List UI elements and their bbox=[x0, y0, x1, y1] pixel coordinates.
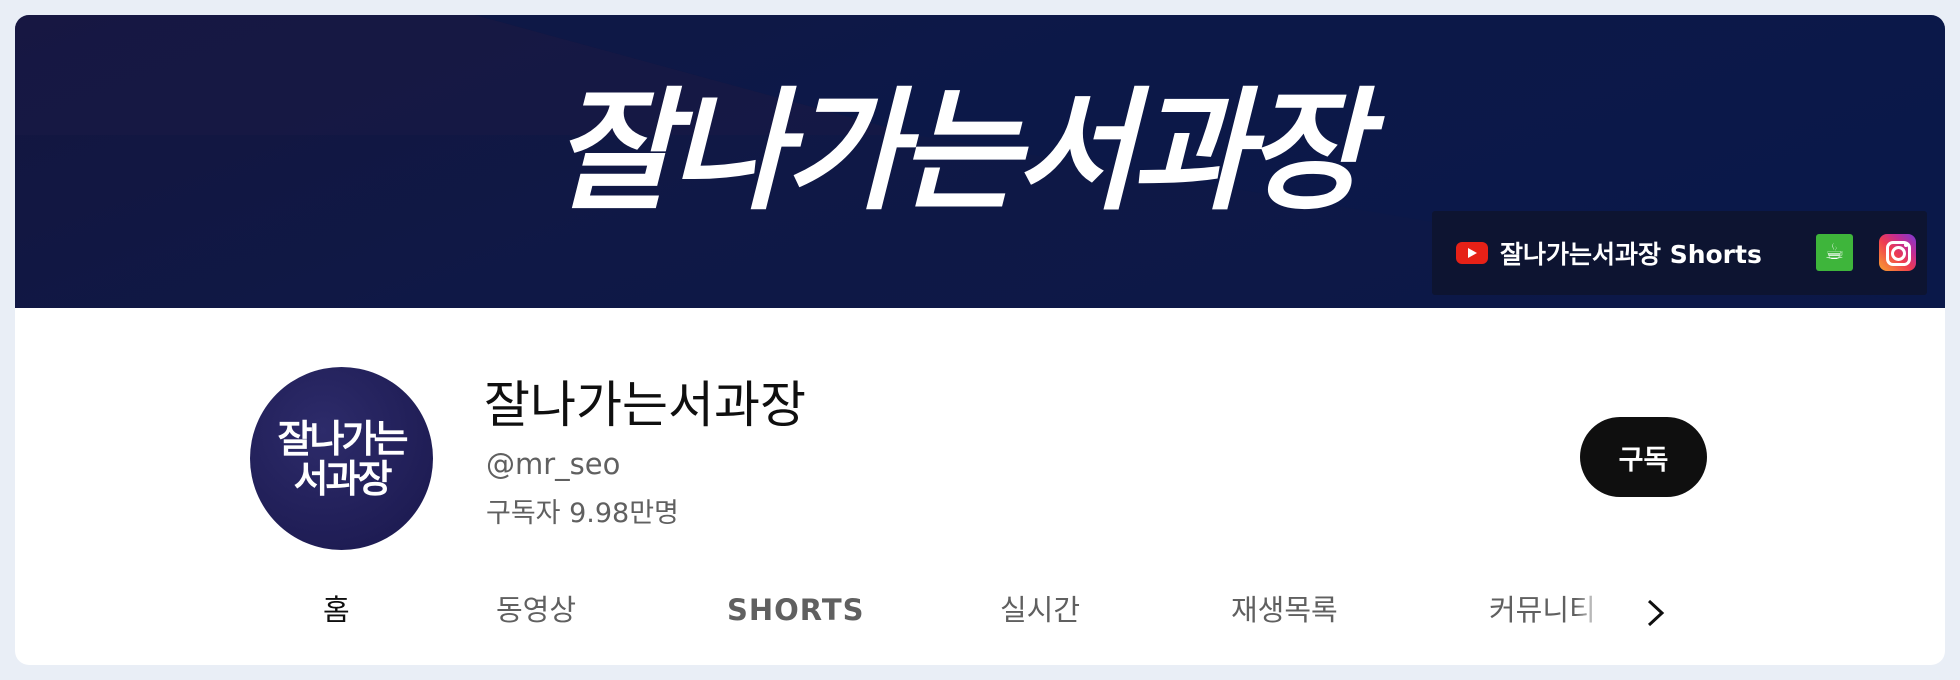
chevron-right-icon[interactable] bbox=[1635, 593, 1675, 633]
channel-name: 잘나가는서과장 bbox=[484, 376, 806, 434]
tabs-fade bbox=[1575, 585, 1615, 635]
coffee-cup-icon[interactable]: ☕ bbox=[1816, 234, 1853, 271]
avatar-text-line1: 잘나가는 bbox=[277, 416, 409, 461]
channel-avatar[interactable]: 잘나가는 서과장 bbox=[250, 367, 433, 550]
shorts-channel-link[interactable]: 잘나가는서과장 Shorts bbox=[1432, 211, 1772, 295]
channel-links-bar: 잘나가는서과장 Shorts ☕ bbox=[1432, 211, 1927, 295]
channel-handle: @mr_seo bbox=[486, 447, 621, 481]
tab-live[interactable]: 실시간 bbox=[1000, 585, 1080, 635]
banner-title: 잘나가는서과장 bbox=[553, 75, 1367, 229]
channel-banner: 잘나가는서과장 잘나가는서과장 Shorts ☕ bbox=[15, 15, 1945, 308]
subscribe-button[interactable]: 구독 bbox=[1580, 417, 1707, 497]
tab-home[interactable]: 홈 bbox=[323, 585, 350, 635]
shorts-link-label: 잘나가는서과장 Shorts bbox=[1500, 240, 1762, 269]
subscriber-count: 구독자 9.98만명 bbox=[486, 498, 679, 529]
youtube-icon bbox=[1456, 242, 1488, 264]
avatar-text-line2: 서과장 bbox=[293, 456, 393, 501]
tab-playlists[interactable]: 재생목록 bbox=[1231, 585, 1338, 635]
channel-page: 잘나가는서과장 잘나가는서과장 Shorts ☕ 잘나가는 서과장 잘나가는서과… bbox=[15, 15, 1945, 665]
instagram-icon[interactable] bbox=[1879, 234, 1916, 271]
tab-shorts[interactable]: SHORTS bbox=[727, 585, 865, 635]
tab-videos[interactable]: 동영상 bbox=[496, 585, 576, 635]
